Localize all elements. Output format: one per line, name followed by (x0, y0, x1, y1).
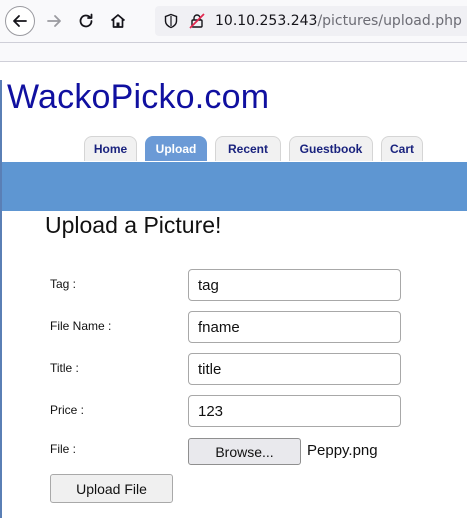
forward-button[interactable] (39, 6, 69, 36)
home-button[interactable] (103, 6, 133, 36)
bookmarks-strip (0, 43, 467, 62)
file-label: File : (50, 442, 77, 456)
nav-band (2, 162, 467, 211)
back-button[interactable] (5, 6, 35, 36)
price-input[interactable]: 123 (188, 395, 401, 427)
site-logo[interactable]: WackoPicko.com (7, 78, 269, 117)
tag-input[interactable]: tag (188, 269, 401, 301)
title-label: Title : (50, 361, 79, 375)
arrow-right-icon (47, 15, 61, 27)
filename-label: File Name : (50, 319, 112, 333)
reload-button[interactable] (71, 6, 101, 36)
tab-guestbook[interactable]: Guestbook (289, 136, 373, 161)
tab-upload[interactable]: Upload (145, 136, 207, 161)
web-page: WackoPicko.com Home Upload Recent Guestb… (0, 78, 467, 518)
tab-home[interactable]: Home (84, 136, 137, 161)
selected-file-name: Peppy.png (307, 442, 378, 459)
arrow-left-icon (13, 15, 27, 27)
title-input[interactable]: title (188, 353, 401, 385)
tab-recent[interactable]: Recent (215, 136, 281, 161)
shield-icon[interactable] (161, 11, 181, 31)
url-path: /pictures/upload.php (317, 13, 462, 29)
page-title: Upload a Picture! (45, 212, 222, 238)
nav-tabs: Home Upload Recent Guestbook Cart (84, 136, 423, 162)
home-icon (110, 14, 126, 28)
browse-button[interactable]: Browse... (188, 438, 301, 465)
insecure-lock-icon[interactable] (187, 11, 207, 31)
upload-file-button[interactable]: Upload File (50, 474, 173, 503)
url-text[interactable]: 10.10.253.243/pictures/upload.php (215, 13, 462, 29)
url-host: 10.10.253.243 (215, 13, 318, 29)
price-label: Price : (50, 403, 85, 417)
address-bar[interactable]: 10.10.253.243/pictures/upload.php (155, 6, 467, 36)
reload-icon (79, 13, 93, 28)
tab-cart[interactable]: Cart (381, 136, 423, 161)
tag-label: Tag : (50, 277, 77, 291)
browser-toolbar: 10.10.253.243/pictures/upload.php (0, 0, 467, 43)
filename-input[interactable]: fname (188, 311, 401, 343)
